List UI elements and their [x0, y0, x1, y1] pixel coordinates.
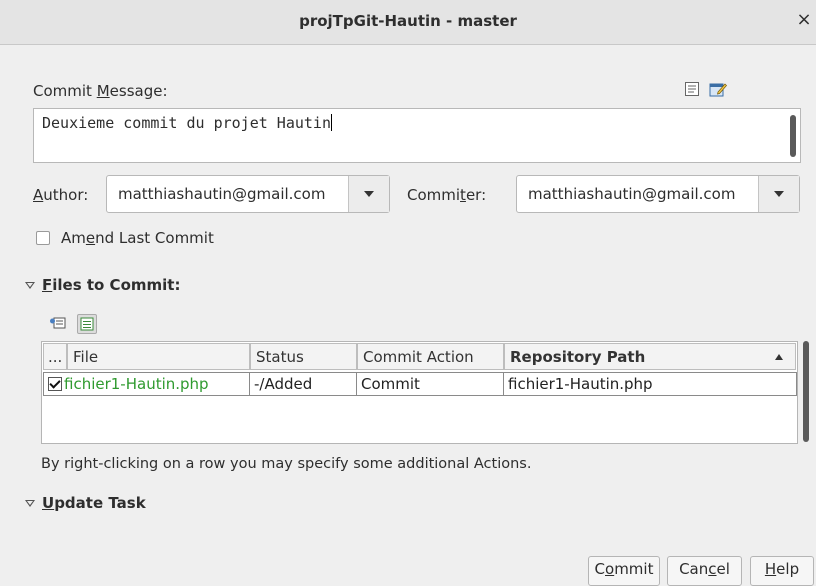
files-table-scrollbar[interactable]: [803, 341, 809, 442]
status-cell[interactable]: -/Added: [249, 372, 357, 396]
commit-button[interactable]: Commit: [588, 556, 660, 586]
select-all-icon[interactable]: [77, 314, 97, 334]
message-scrollbar[interactable]: [790, 115, 796, 157]
cancel-button[interactable]: Cancel: [667, 556, 742, 586]
close-icon[interactable]: ×: [794, 9, 814, 31]
amend-checkbox[interactable]: [36, 231, 50, 245]
committer-label: Commiter:: [407, 186, 487, 204]
author-combo[interactable]: matthiashautin@gmail.com: [106, 175, 390, 213]
text-caret: [330, 114, 332, 131]
help-button[interactable]: Help: [750, 556, 814, 586]
message-toolbar: [683, 80, 727, 98]
edit-template-icon[interactable]: [709, 80, 727, 98]
expand-triangle-icon[interactable]: [25, 500, 35, 507]
column-header-commit-action[interactable]: Commit Action: [357, 343, 504, 370]
commit-message-input[interactable]: Deuxieme commit du projet Hautin: [33, 108, 801, 163]
repository-path-cell[interactable]: fichier1-Hautin.php: [503, 372, 797, 396]
update-task-header[interactable]: Update Task: [42, 494, 146, 512]
files-to-commit-header[interactable]: Files to Commit:: [42, 276, 180, 294]
author-dropdown-button[interactable]: [348, 176, 389, 212]
files-table: ... File Status Commit Action Repository…: [41, 341, 798, 444]
amend-label[interactable]: Amend Last Commit: [61, 229, 214, 247]
commit-message-label: Commit Message:: [33, 82, 168, 100]
row-checkbox[interactable]: [48, 377, 62, 391]
committer-dropdown-button[interactable]: [758, 176, 799, 212]
window-title: projTpGit-Hautin - master: [299, 12, 517, 30]
column-header-options[interactable]: ...: [43, 343, 67, 370]
author-label: Author:: [33, 186, 89, 204]
committer-combo[interactable]: matthiashautin@gmail.com: [516, 175, 800, 213]
chevron-down-icon: [774, 191, 784, 197]
file-cell[interactable]: fichier1-Hautin.php: [43, 372, 250, 396]
committer-value: matthiashautin@gmail.com: [528, 185, 736, 203]
column-header-status[interactable]: Status: [250, 343, 357, 370]
files-hint: By right-clicking on a row you may speci…: [41, 456, 532, 472]
expand-triangle-icon[interactable]: [25, 282, 35, 289]
sort-ascending-icon: [775, 354, 783, 360]
commit-action-cell[interactable]: Commit: [356, 372, 504, 396]
author-value: matthiashautin@gmail.com: [118, 185, 326, 203]
title-bar: projTpGit-Hautin - master ×: [0, 0, 816, 45]
files-toolbar: [49, 314, 97, 334]
column-header-file[interactable]: File: [67, 343, 250, 370]
diff-icon[interactable]: [49, 314, 67, 332]
table-row[interactable]: fichier1-Hautin.php -/Added Commit fichi…: [43, 372, 797, 396]
column-header-repository-path[interactable]: Repository Path: [504, 343, 796, 370]
chevron-down-icon: [364, 191, 374, 197]
list-icon[interactable]: [683, 80, 701, 98]
